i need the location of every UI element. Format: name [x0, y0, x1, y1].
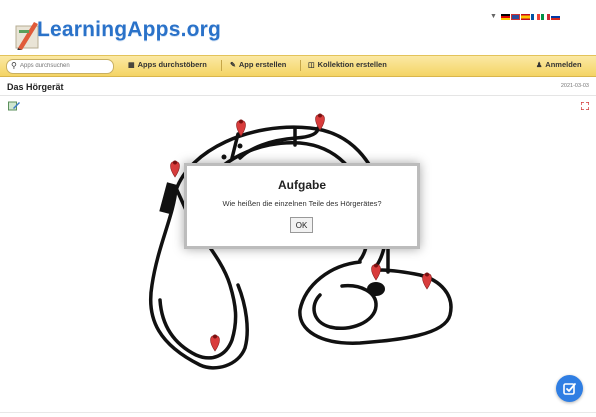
- dialog-title: Aufgabe: [278, 178, 326, 192]
- page-title: Das Hörgerät: [7, 82, 64, 92]
- logo-text[interactable]: LearningApps.org: [37, 18, 221, 42]
- dot-part: [221, 154, 227, 160]
- search-input[interactable]: [20, 61, 108, 71]
- fullscreen-icon[interactable]: [581, 102, 589, 110]
- check-answers-button[interactable]: [556, 375, 583, 402]
- create-collection-label: Kollektion erstellen: [317, 60, 387, 69]
- create-collection-link[interactable]: ◫ Kollektion erstellen: [308, 60, 387, 69]
- en-flag-icon[interactable]: [510, 13, 520, 20]
- main-toolbar: ⚲ ▦Apps durchstöbern ✎App erstellen ◫Kol…: [0, 55, 596, 77]
- login-label: Anmelden: [545, 60, 582, 69]
- ok-button[interactable]: OK: [290, 217, 313, 233]
- create-app-link[interactable]: ✎ App erstellen: [230, 60, 286, 69]
- map-pin-icon[interactable]: [210, 334, 220, 352]
- task-dialog: Aufgabe Wie heißen die einzelnen Teile d…: [184, 163, 420, 249]
- app-title-bar: Das Hörgerät 2021-03-03: [0, 79, 596, 96]
- dialog-text: Wie heißen die einzelnen Teile des Hörge…: [222, 199, 382, 208]
- pencil-icon: ✎: [230, 62, 236, 69]
- user-icon: ♟: [536, 62, 543, 69]
- collection-icon: ◫: [308, 62, 315, 69]
- other-flag-icon[interactable]: [550, 13, 560, 20]
- es-flag-icon[interactable]: [520, 13, 530, 20]
- nav-divider: [221, 60, 222, 71]
- browse-apps-link[interactable]: ▦ Apps durchstöbern: [128, 60, 207, 69]
- search-icon[interactable]: ⚲: [11, 61, 17, 70]
- language-selector[interactable]: ▼: [490, 13, 560, 20]
- earpiece-part: [367, 282, 385, 296]
- fr-flag-icon[interactable]: [530, 13, 540, 20]
- browse-apps-label: Apps durchstöbern: [137, 60, 207, 69]
- app-date: 2021-03-03: [560, 83, 589, 89]
- map-pin-icon[interactable]: [422, 272, 432, 290]
- nav-divider: [300, 60, 301, 71]
- header: LearningApps.org ▼: [0, 0, 596, 54]
- it-flag-icon[interactable]: [540, 13, 550, 20]
- hearing-aid-drawing: [148, 113, 453, 370]
- footer-divider: [0, 412, 596, 413]
- dot-part: [237, 143, 243, 149]
- create-app-label: App erstellen: [238, 60, 287, 69]
- map-pin-icon[interactable]: [170, 160, 180, 178]
- chevron-down-icon[interactable]: ▼: [490, 13, 497, 20]
- edit-check-icon: [563, 383, 576, 395]
- search-box[interactable]: ⚲: [6, 59, 114, 74]
- login-link[interactable]: ♟ Anmelden: [536, 60, 582, 69]
- grid-icon: ▦: [128, 62, 135, 69]
- map-pin-icon[interactable]: [371, 263, 381, 281]
- de-flag-icon[interactable]: [500, 13, 510, 20]
